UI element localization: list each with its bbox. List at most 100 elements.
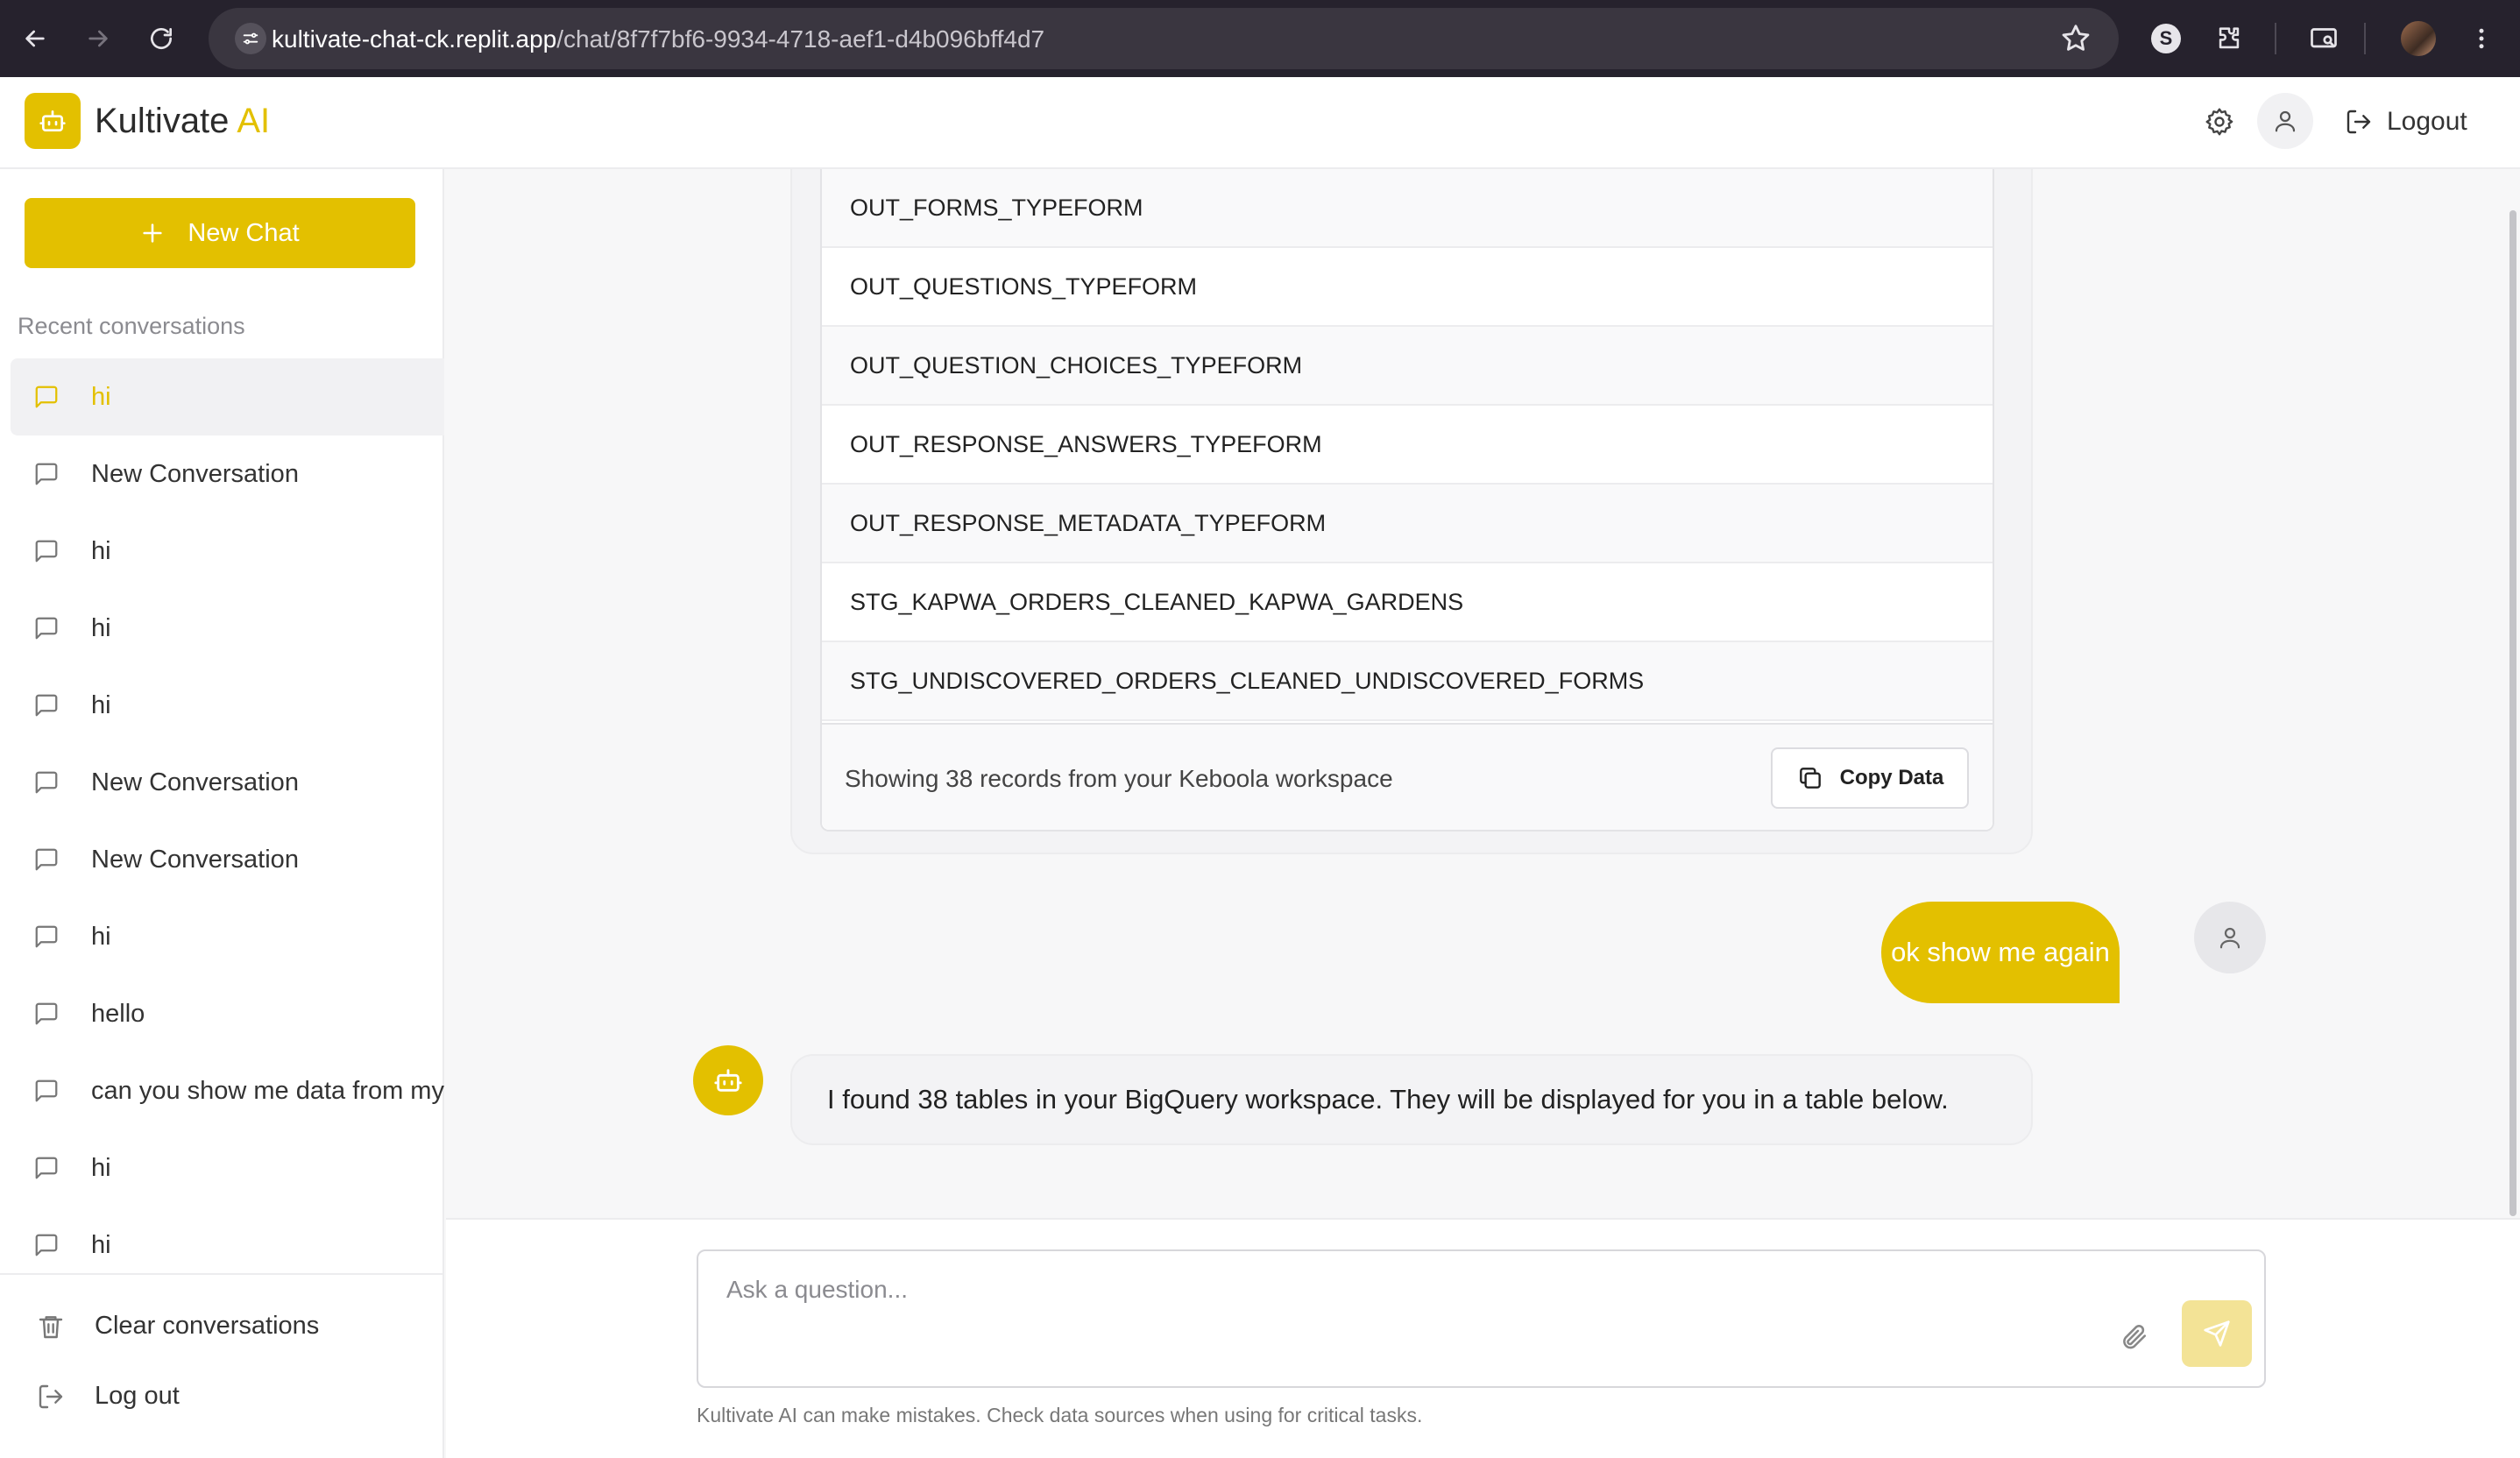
conversation-item[interactable]: hi [11,513,444,590]
conversation-item[interactable]: hi [11,358,444,435]
conversation-list: hi New Conversation hi hi hi New Convers… [11,358,444,1284]
brand-name: Kultivate AI [95,102,270,141]
copy-data-button[interactable]: Copy Data [1771,747,1969,809]
url-path: /chat/8f7f7bf6-9934-4718-aef1-d4b096bff4… [556,25,1045,53]
sidebar-logout-label: Log out [95,1382,180,1410]
user-message-text: ok show me again [1891,937,2110,967]
conversation-title: hi [91,536,111,565]
table-row: OUT_RESPONSE_ANSWERS_TYPEFORM [822,406,1993,485]
attach-button[interactable] [2116,1320,2151,1355]
extensions-button[interactable] [2206,16,2252,61]
conversation-title: hi [91,1153,111,1182]
copy-data-label: Copy Data [1839,766,1944,789]
conversation-item[interactable]: New Conversation [11,435,444,513]
table-cell: OUT_QUESTIONS_TYPEFORM [850,272,1198,300]
question-input[interactable]: Ask a question... [697,1249,2266,1388]
sidebar-logout-button[interactable]: Log out [37,1382,180,1411]
records-count-text: Showing 38 records from your Keboola wor… [845,765,1393,792]
conversation-item[interactable]: hi [11,898,444,975]
table-cell: OUT_FORMS_TYPEFORM [850,194,1143,221]
conversation-title: can you show me data from my [91,1076,444,1105]
logo[interactable] [25,93,81,149]
conversation-item[interactable]: New Conversation [11,744,444,821]
clear-conversations-button[interactable]: Clear conversations [37,1312,319,1341]
logout-icon [39,1384,63,1408]
arrow-left-icon [25,30,45,47]
reload-icon [151,28,172,49]
send-icon [2204,1320,2230,1347]
conversation-title: New Conversation [91,845,299,874]
url-host: kultivate-chat-ck.replit.app [272,25,557,53]
sidebar-footer: Clear conversations Log out [0,1273,444,1458]
bookmark-star-icon[interactable] [2059,22,2092,55]
conversation-item[interactable]: hi [11,1129,444,1207]
assistant-message: I found 38 tables in your BigQuery works… [790,1054,2033,1145]
more-vertical-icon [2479,28,2484,49]
send-button[interactable] [2182,1300,2252,1367]
table-row: OUT_QUESTIONS_TYPEFORM [822,248,1993,327]
arrow-right-icon [88,30,108,47]
forward-button[interactable] [75,16,121,61]
user-profile-button[interactable] [2257,93,2313,149]
conversation-item[interactable]: hi [11,1207,444,1284]
logout-label: Logout [2387,107,2467,136]
assistant-avatar [693,1045,763,1115]
brand-main: Kultivate [95,102,230,140]
assistant-message-text: I found 38 tables in your BigQuery works… [827,1084,1949,1115]
table-row: OUT_QUESTION_CHOICES_TYPEFORM [822,327,1993,406]
conversation-title: hi [91,382,111,411]
message-square-icon [35,386,58,408]
table-cell: STG_KAPWA_ORDERS_CLEANED_KAPWA_GARDENS [850,588,1464,615]
settings-button[interactable] [2199,102,2240,142]
tab-search-button[interactable] [2301,16,2347,61]
toolbar-divider [2364,23,2366,54]
conversation-item[interactable]: hi [11,667,444,744]
conversation-title: hello [91,999,145,1028]
puzzle-icon [2219,27,2240,49]
question-placeholder: Ask a question... [726,1276,909,1303]
extension-s-button[interactable]: S [2143,16,2189,61]
message-square-icon [35,617,58,640]
table-cell: OUT_QUESTION_CHOICES_TYPEFORM [850,351,1303,379]
extension-s-icon: S [2151,24,2181,53]
back-button[interactable] [12,16,58,61]
reload-button[interactable] [138,16,184,61]
conversation-item[interactable]: can you show me data from my [11,1052,444,1129]
trash-icon [39,1315,63,1338]
site-info-icon[interactable] [235,23,266,54]
clear-conversations-label: Clear conversations [95,1312,320,1340]
conversation-title: New Conversation [91,459,299,488]
profile-button[interactable] [2396,16,2441,61]
paperclip-icon [2123,1325,2147,1349]
toolbar-divider [2275,23,2276,54]
conversation-item[interactable]: New Conversation [11,821,444,898]
new-chat-button[interactable]: New Chat [25,198,415,268]
table-row: OUT_RESPONSE_METADATA_TYPEFORM [822,485,1993,563]
chat-area[interactable]: OUT_FORMS_TYPEFORM OUT_QUESTIONS_TYPEFOR… [446,169,2520,1218]
table-row: STG_KAPWA_ORDERS_CLEANED_KAPWA_GARDENS [822,563,1993,642]
message-square-icon [35,694,58,717]
disclaimer-text: Kultivate AI can make mistakes. Check da… [697,1404,1423,1426]
table-footer: Showing 38 records from your Keboola wor… [822,723,1993,830]
message-square-icon [35,848,58,871]
sidebar: New Chat Recent conversations hi New Con… [0,169,444,1458]
app-header: Kultivate AI Logout [0,77,2520,169]
message-square-icon [35,925,58,948]
conversation-title: hi [91,1230,111,1259]
conversation-title: hi [91,690,111,719]
table-row: STG_UNDISCOVERED_ORDERS_CLEANED_UNDISCOV… [822,642,1993,721]
address-bar[interactable]: kultivate-chat-ck.replit.app/chat/8f7f7b… [209,8,2119,69]
browser-menu-button[interactable] [2459,16,2504,61]
chat-scrollbar[interactable] [2509,210,2516,1216]
url-text[interactable]: kultivate-chat-ck.replit.app/chat/8f7f7b… [272,25,1044,53]
user-message: ok show me again [1881,902,2120,1003]
message-square-icon [35,1079,58,1102]
conversation-item[interactable]: hi [11,590,444,667]
screen-search-icon [2311,28,2337,48]
user-icon [2275,110,2296,132]
conversation-item[interactable]: hello [11,975,444,1052]
logout-button[interactable]: Logout [2345,100,2467,144]
table-cell: OUT_RESPONSE_METADATA_TYPEFORM [850,509,1327,536]
composer-area: Ask a question... Kultivate AI can make … [446,1218,2520,1458]
conversation-title: hi [91,922,111,951]
